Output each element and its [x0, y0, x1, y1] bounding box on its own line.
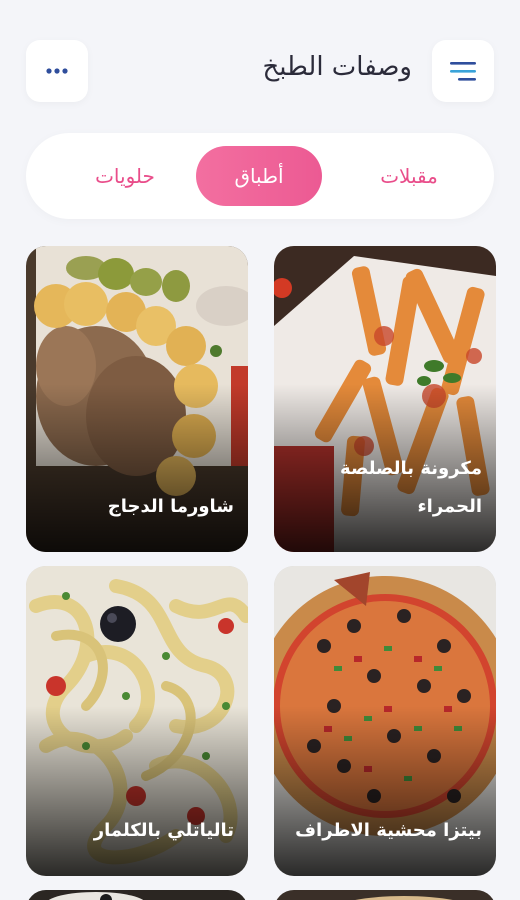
- food-image: [26, 890, 248, 900]
- card-gradient: [26, 705, 248, 876]
- recipe-title: مكرونة بالصلصة الحمراء: [340, 458, 482, 517]
- recipe-grid: شاورما الدجاج مكرونة بالصلصة الحمراء تال…: [0, 0, 520, 900]
- recipe-card-pasta[interactable]: مكرونة بالصلصة الحمراء: [274, 246, 496, 552]
- food-image: [274, 890, 496, 900]
- recipe-card-pizza[interactable]: بيتزا محشية الاطراف: [274, 566, 496, 876]
- recipe-title: بيتزا محشية الاطراف: [295, 820, 482, 841]
- recipe-card-shawarma[interactable]: شاورما الدجاج: [26, 246, 248, 552]
- card-gradient: [274, 705, 496, 876]
- recipe-card-tagliatelle[interactable]: تالياتلي بالكلمار: [26, 566, 248, 876]
- recipe-card-partial[interactable]: [26, 890, 248, 900]
- recipe-card-partial[interactable]: [274, 890, 496, 900]
- card-gradient: [26, 383, 248, 552]
- recipe-title: تالياتلي بالكلمار: [93, 820, 234, 841]
- recipe-title: شاورما الدجاج: [107, 496, 234, 517]
